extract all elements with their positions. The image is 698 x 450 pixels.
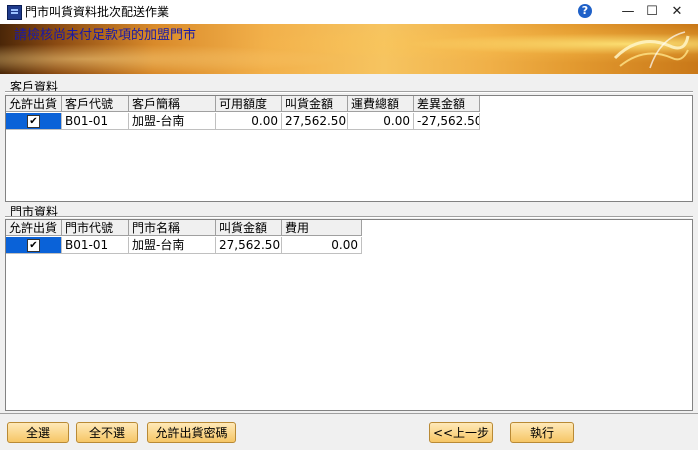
title-bar: 門市叫貨資料批次配送作業 ? — ☐ ✕	[0, 0, 698, 24]
col-header-credit[interactable]: 可用額度	[216, 96, 282, 112]
col-header-customer-code[interactable]: 客戶代號	[62, 96, 129, 112]
bottom-divider	[0, 413, 698, 414]
store-allow-checkbox[interactable]: ✔	[27, 239, 40, 252]
store-row-allow-cell[interactable]: ✔	[6, 237, 62, 254]
app-icon	[7, 5, 22, 20]
banner-message: 請檢核尚未付足款項的加盟門市	[14, 28, 197, 43]
customer-name-cell[interactable]: 加盟-台南	[129, 113, 216, 130]
close-icon[interactable]: ✕	[654, 0, 698, 24]
col-header-store-name[interactable]: 門市名稱	[129, 220, 216, 236]
freight-cell[interactable]: 0.00	[348, 113, 414, 130]
col-header-customer-name[interactable]: 客戶簡稱	[129, 96, 216, 112]
col-header-store-code[interactable]: 門市代號	[62, 220, 129, 236]
credit-cell[interactable]: 0.00	[216, 113, 282, 130]
select-all-button[interactable]: 全選	[7, 422, 69, 443]
store-name-cell[interactable]: 加盟-台南	[129, 237, 216, 254]
customer-section-divider	[5, 91, 693, 93]
select-none-button[interactable]: 全不選	[76, 422, 138, 443]
col-header-allow[interactable]: 允許出貨	[6, 96, 62, 112]
store-code-cell[interactable]: B01-01	[62, 237, 129, 254]
header-banner: 請檢核尚未付足款項的加盟門市	[0, 24, 698, 74]
col-header-difference[interactable]: 差異金額	[414, 96, 480, 112]
store-section-divider	[5, 216, 693, 218]
customer-grid[interactable]: 允許出貨 客戶代號 客戶簡稱 可用額度 叫貨金額 運費總額 差異金額 ✔ B01…	[5, 95, 693, 202]
store-grid[interactable]: 允許出貨 門市代號 門市名稱 叫貨金額 費用 ✔ B01-01 加盟-台南 27…	[5, 219, 693, 411]
store-fee-cell[interactable]: 0.00	[282, 237, 362, 254]
col-header-order-amount[interactable]: 叫貨金額	[282, 96, 348, 112]
col-header-store-order-amount[interactable]: 叫貨金額	[216, 220, 282, 236]
store-order-amount-cell[interactable]: 27,562.50	[216, 237, 282, 254]
customer-code-cell[interactable]: B01-01	[62, 113, 129, 130]
decorative-swirl-icon	[613, 31, 690, 69]
window-title: 門市叫貨資料批次配送作業	[25, 5, 170, 19]
previous-step-button[interactable]: <<上一步	[429, 422, 493, 443]
difference-cell[interactable]: -27,562.50	[414, 113, 480, 130]
customer-row-allow-cell[interactable]: ✔	[6, 113, 62, 130]
allow-checkbox[interactable]: ✔	[27, 115, 40, 128]
order-amount-cell[interactable]: 27,562.50	[282, 113, 348, 130]
help-icon[interactable]: ?	[578, 4, 592, 18]
col-header-store-allow[interactable]: 允許出貨	[6, 220, 62, 236]
col-header-store-fee[interactable]: 費用	[282, 220, 362, 236]
execute-button[interactable]: 執行	[510, 422, 574, 443]
allow-shipment-password-button[interactable]: 允許出貨密碼	[147, 422, 236, 443]
col-header-freight[interactable]: 運費總額	[348, 96, 414, 112]
